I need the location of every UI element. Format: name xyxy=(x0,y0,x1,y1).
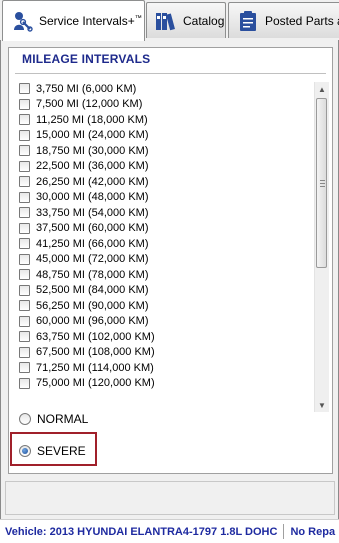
interval-checkbox[interactable] xyxy=(19,377,30,389)
interval-label: 75,000 MI (120,000 KM) xyxy=(36,377,155,389)
interval-checkbox[interactable] xyxy=(19,83,30,94)
interval-item[interactable]: 7,500 MI (12,000 KM) xyxy=(19,97,142,112)
binders-icon xyxy=(155,10,177,32)
interval-item[interactable]: 18,750 MI (30,000 KM) xyxy=(19,143,149,158)
interval-label: 3,750 MI (6,000 KM) xyxy=(36,82,137,95)
normal-label: NORMAL xyxy=(37,412,89,426)
interval-item[interactable]: 15,000 MI (24,000 KM) xyxy=(19,128,149,143)
interval-checkbox[interactable] xyxy=(19,238,30,249)
tab-service-intervals-label: Service Intervals+™ xyxy=(39,14,142,28)
status-separator xyxy=(283,524,285,539)
interval-checkbox[interactable] xyxy=(19,98,30,110)
interval-item[interactable]: 41,250 MI (66,000 KM) xyxy=(19,236,149,251)
interval-checkbox[interactable] xyxy=(19,269,30,280)
status-bar: Vehicle: 2013 HYUNDAI ELANTRA4-1797 1.8L… xyxy=(0,519,339,543)
interval-checkbox[interactable] xyxy=(19,191,30,203)
interval-label: 26,250 MI (42,000 KM) xyxy=(36,175,149,188)
interval-item[interactable]: 48,750 MI (78,000 KM) xyxy=(19,267,149,282)
interval-item[interactable]: 67,500 MI (108,000 KM) xyxy=(19,345,155,360)
interval-item[interactable]: 22,500 MI (36,000 KM) xyxy=(19,159,149,174)
tab-strip: Service Intervals+™ Catalog Posted Parts… xyxy=(0,0,339,41)
scroll-down-arrow-icon[interactable]: ▼ xyxy=(315,398,329,412)
interval-label: 67,500 MI (108,000 KM) xyxy=(36,346,155,358)
normal-option[interactable]: NORMAL xyxy=(19,412,88,426)
interval-item[interactable]: 60,000 MI (96,000 KM) xyxy=(19,314,149,329)
interval-item[interactable]: 26,250 MI (42,000 KM) xyxy=(19,174,149,189)
interval-checkbox[interactable] xyxy=(19,362,30,373)
heading-divider xyxy=(15,73,326,74)
repair-status: No Repa xyxy=(290,525,336,538)
wrench-person-icon xyxy=(11,10,33,32)
interval-item[interactable]: 30,000 MI (48,000 KM) xyxy=(19,190,149,205)
severe-label: SEVERE xyxy=(37,444,86,458)
interval-label: 11,250 MI (18,000 KM) xyxy=(36,113,148,126)
interval-label: 71,250 MI (114,000 KM) xyxy=(36,361,154,374)
interval-checkbox[interactable] xyxy=(19,300,30,311)
interval-checkbox[interactable] xyxy=(19,176,30,187)
interval-label: 63,750 MI (102,000 KM) xyxy=(36,330,155,343)
interval-item[interactable]: 63,750 MI (102,000 KM) xyxy=(19,329,155,344)
scrollbar-thumb[interactable] xyxy=(316,98,327,268)
interval-checkbox[interactable] xyxy=(19,331,30,342)
interval-item[interactable]: 3,750 MI (6,000 KM) xyxy=(19,81,136,96)
interval-checkbox[interactable] xyxy=(19,284,30,296)
tab-posted-parts-label: Posted Parts a xyxy=(265,13,339,28)
interval-label: 56,250 MI (90,000 KM) xyxy=(36,299,149,312)
interval-item[interactable]: 45,000 MI (72,000 KM) xyxy=(19,252,149,267)
interval-checkbox[interactable] xyxy=(19,207,30,218)
scroll-up-arrow-icon[interactable]: ▲ xyxy=(315,82,329,96)
interval-item[interactable]: 11,250 MI (18,000 KM) xyxy=(19,112,148,127)
interval-item[interactable]: 33,750 MI (54,000 KM) xyxy=(19,205,149,220)
interval-checkbox[interactable] xyxy=(19,253,30,265)
severe-radio[interactable] xyxy=(19,445,31,457)
tab-posted-parts[interactable]: Posted Parts a xyxy=(228,2,339,38)
interval-checkbox[interactable] xyxy=(19,145,30,156)
interval-list-scrollbar[interactable]: ▲ ▼ xyxy=(314,82,329,412)
interval-label: 60,000 MI (96,000 KM) xyxy=(36,315,149,327)
interval-label: 48,750 MI (78,000 KM) xyxy=(36,268,149,281)
interval-checkbox[interactable] xyxy=(19,346,30,358)
severe-option[interactable]: SEVERE xyxy=(19,444,86,458)
interval-label: 45,000 MI (72,000 KM) xyxy=(36,253,149,265)
interval-label: 37,500 MI (60,000 KM) xyxy=(36,222,149,234)
mileage-intervals-list[interactable]: 3,750 MI (6,000 KM) 7,500 MI (12,000 KM)… xyxy=(17,78,329,414)
tab-catalog-label: Catalog xyxy=(183,13,225,28)
vehicle-status: Vehicle: 2013 HYUNDAI ELANTRA4-1797 1.8L… xyxy=(5,525,278,538)
interval-item[interactable]: 56,250 MI (90,000 KM) xyxy=(19,298,149,313)
bottom-toolbar-area xyxy=(5,481,335,515)
interval-item[interactable]: 37,500 MI (60,000 KM) xyxy=(19,221,149,236)
interval-checkbox[interactable] xyxy=(19,222,30,234)
interval-label: 52,500 MI (84,000 KM) xyxy=(36,284,149,296)
interval-checkbox[interactable] xyxy=(19,129,30,141)
interval-item[interactable]: 71,250 MI (114,000 KM) xyxy=(19,360,154,375)
interval-label: 7,500 MI (12,000 KM) xyxy=(36,98,143,110)
interval-label: 41,250 MI (66,000 KM) xyxy=(36,237,149,250)
interval-checkbox[interactable] xyxy=(19,160,30,172)
mileage-intervals-heading: MILEAGE INTERVALS xyxy=(22,52,151,66)
tab-service-intervals[interactable]: Service Intervals+™ xyxy=(2,0,145,41)
interval-label: 30,000 MI (48,000 KM) xyxy=(36,191,149,203)
interval-label: 33,750 MI (54,000 KM) xyxy=(36,206,149,219)
interval-checkbox[interactable] xyxy=(19,114,30,125)
tab-catalog[interactable]: Catalog xyxy=(146,2,226,38)
clipboard-icon xyxy=(237,10,259,32)
interval-label: 15,000 MI (24,000 KM) xyxy=(36,129,149,141)
service-intervals-panel: MILEAGE INTERVALS 3,750 MI (6,000 KM) 7,… xyxy=(8,47,333,474)
interval-label: 18,750 MI (30,000 KM) xyxy=(36,144,149,157)
interval-checkbox[interactable] xyxy=(19,315,30,327)
interval-item[interactable]: 52,500 MI (84,000 KM) xyxy=(19,283,149,298)
interval-label: 22,500 MI (36,000 KM) xyxy=(36,160,149,172)
interval-item[interactable]: 75,000 MI (120,000 KM) xyxy=(19,376,155,391)
normal-radio[interactable] xyxy=(19,413,31,425)
